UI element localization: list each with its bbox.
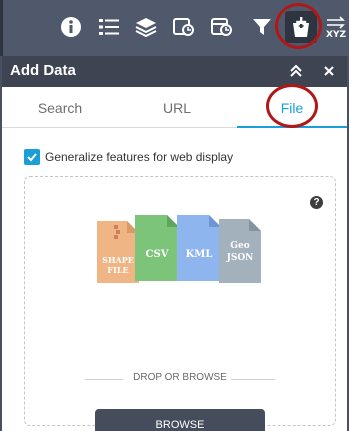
info-button[interactable] xyxy=(56,12,86,42)
kml-file-icon: KML xyxy=(177,215,221,281)
xyz-coordinate-icon: XYZ xyxy=(326,16,346,39)
tab-url[interactable]: URL xyxy=(118,87,236,128)
tab-search[interactable]: Search xyxy=(2,87,118,128)
checkmark-icon xyxy=(27,153,37,162)
kml-label: KML xyxy=(185,249,213,260)
add-data-button[interactable] xyxy=(285,11,317,43)
panel-title: Add Data xyxy=(10,62,76,79)
supported-file-types: SHAPE FILE CSV KML Geo JSON xyxy=(97,215,267,320)
generalize-checkbox[interactable] xyxy=(24,149,40,165)
shape-file-line-1: SHAPE xyxy=(102,255,134,265)
info-icon xyxy=(61,17,81,37)
shape-file-line-2: FILE xyxy=(107,265,129,275)
generalize-option[interactable]: Generalize features for web display xyxy=(24,148,233,166)
xyz-label: XYZ xyxy=(326,30,346,39)
tab-file[interactable]: File xyxy=(237,87,347,128)
query-table-button[interactable] xyxy=(207,12,237,42)
add-data-panel: Add Data Search URL File Generalize feat… xyxy=(0,56,349,431)
csv-file-icon: CSV xyxy=(135,215,179,281)
legend-list-icon xyxy=(99,19,119,35)
shape-file-icon: SHAPE FILE xyxy=(97,221,139,283)
file-drop-zone[interactable]: ? SHAPE FILE CSV KML Geo JSON DROP OR BR… xyxy=(24,176,336,431)
add-data-icon xyxy=(293,17,309,37)
geojson-file-icon: Geo JSON xyxy=(219,219,261,283)
browse-button[interactable]: BROWSE xyxy=(95,409,265,431)
collapse-icon[interactable] xyxy=(286,61,306,81)
drop-or-browse-label: DROP OR BROWSE xyxy=(133,372,227,383)
csv-label: CSV xyxy=(145,249,169,260)
geojson-line-2: JSON xyxy=(226,253,254,263)
filter-icon xyxy=(253,19,271,35)
query-icon xyxy=(173,18,194,36)
geojson-line-1: Geo xyxy=(230,241,250,251)
query-button[interactable] xyxy=(169,12,199,42)
widget-toolbar: XYZ xyxy=(0,0,349,56)
layers-icon xyxy=(135,18,157,37)
generalize-label: Generalize features for web display xyxy=(45,150,234,164)
coordinate-button[interactable]: XYZ xyxy=(321,12,349,42)
query-table-icon xyxy=(211,18,232,36)
tab-bar: Search URL File xyxy=(2,87,347,128)
legend-button[interactable] xyxy=(94,12,124,42)
close-icon[interactable] xyxy=(319,61,339,81)
filter-button[interactable] xyxy=(247,12,277,42)
layers-button[interactable] xyxy=(131,12,161,42)
panel-header: Add Data xyxy=(2,56,347,87)
help-icon[interactable]: ? xyxy=(310,196,323,209)
